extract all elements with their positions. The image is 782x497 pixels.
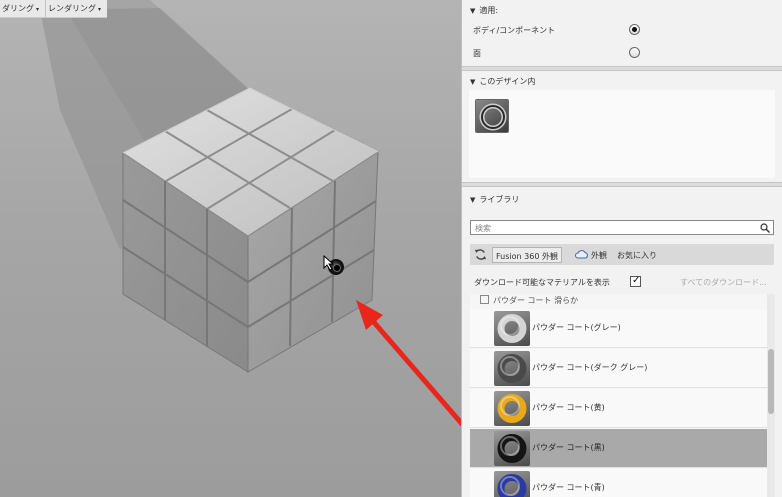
material-swatch — [494, 311, 530, 346]
show-downloadable-row: ダウンロード可能なマテリアルを表示 すべてのダウンロード... — [474, 275, 774, 289]
material-list-item[interactable]: パウダー コート(青) — [470, 469, 767, 497]
collapse-triangle-icon: ▼ — [470, 196, 476, 204]
collapse-triangle-icon: ▼ — [470, 78, 476, 86]
material-label: パウダー コート(青) — [532, 483, 605, 492]
show-downloadable-label: ダウンロード可能なマテリアルを表示 — [474, 278, 610, 287]
material-label: パウダー コート(ダーク グレー) — [532, 363, 648, 372]
torus-icon — [479, 103, 507, 131]
apply-section-header[interactable]: ▼ 適用: — [462, 0, 782, 19]
material-list-item[interactable]: パウダー コート(黄) — [470, 389, 767, 428]
torus-icon — [497, 474, 527, 497]
library-tabs: Fusion 360 外観 外観 お気に入り — [470, 244, 774, 265]
scrollbar-thumb[interactable] — [768, 349, 774, 414]
material-list-item[interactable]: パウダー コート(黒) — [470, 429, 767, 468]
material-swatch — [494, 471, 530, 497]
menu-rendering[interactable]: レンダリング ▾ — [46, 0, 107, 17]
apply-option-face[interactable]: 面 — [462, 42, 782, 65]
chevron-down-icon: ▾ — [98, 6, 102, 13]
material-label: パウダー コート(黒) — [532, 443, 605, 452]
appearance-panel: ▼適用: ボディ/コンポーネント 面 ▼このデザイン内 ▼ライブラリ 検索 — [461, 0, 782, 497]
cloud-icon — [575, 250, 588, 259]
library-search-input[interactable]: 検索 — [470, 220, 774, 235]
viewport-menu-bar: ダリング ▾ レンダリング ▾ — [0, 0, 108, 18]
section-divider — [462, 182, 782, 187]
torus-icon — [497, 314, 527, 343]
group-checkbox[interactable] — [480, 295, 489, 304]
torus-icon — [497, 394, 527, 423]
torus-icon — [497, 434, 527, 463]
refresh-icon[interactable] — [474, 248, 487, 261]
material-label: パウダー コート(グレー) — [532, 323, 621, 332]
group-header[interactable]: パウダー コート 滑らか — [480, 295, 578, 307]
in-design-materials — [469, 90, 775, 178]
menu-rendering-partial[interactable]: ダリング ▾ — [0, 0, 47, 17]
annotation-arrow-line — [370, 318, 461, 427]
mouse-cursor-icon — [323, 255, 335, 271]
material-list-scrollbar[interactable] — [767, 294, 775, 497]
in-design-section-header[interactable]: ▼ このデザイン内 — [462, 71, 782, 90]
material-swatch — [494, 431, 530, 466]
material-list-item[interactable]: パウダー コート(ダーク グレー) — [470, 349, 767, 388]
chevron-down-icon: ▾ — [36, 6, 40, 13]
radio-body-component[interactable] — [629, 24, 640, 35]
material-thumbnail[interactable] — [475, 99, 509, 133]
viewport-canvas[interactable] — [0, 0, 461, 497]
library-section-header[interactable]: ▼ ライブラリ — [462, 189, 782, 208]
torus-icon — [497, 354, 527, 383]
tab-fusion-appearances[interactable]: Fusion 360 外観 — [492, 247, 562, 263]
material-label: パウダー コート(黄) — [532, 403, 605, 412]
show-downloadable-checkbox[interactable] — [630, 275, 641, 287]
material-swatch — [494, 391, 530, 426]
material-list-item[interactable]: パウダー コート(グレー) — [470, 309, 767, 348]
tab-favorites[interactable]: お気に入り — [617, 247, 657, 263]
radio-face[interactable] — [629, 47, 640, 58]
apply-option-body[interactable]: ボディ/コンポーネント — [462, 19, 782, 42]
material-list: パウダー コート 滑らか パウダー コート(グレー) パウダー コート(ダーク グ… — [470, 294, 767, 497]
all-downloads-link[interactable]: すべてのダウンロード... — [680, 277, 767, 288]
collapse-triangle-icon: ▼ — [470, 7, 476, 15]
material-swatch — [494, 351, 530, 386]
3d-viewport[interactable]: ダリング ▾ レンダリング ▾ — [0, 0, 461, 497]
tab-appearances[interactable]: 外観 — [591, 247, 607, 263]
search-icon[interactable] — [760, 223, 770, 233]
search-placeholder: 検索 — [475, 224, 491, 233]
